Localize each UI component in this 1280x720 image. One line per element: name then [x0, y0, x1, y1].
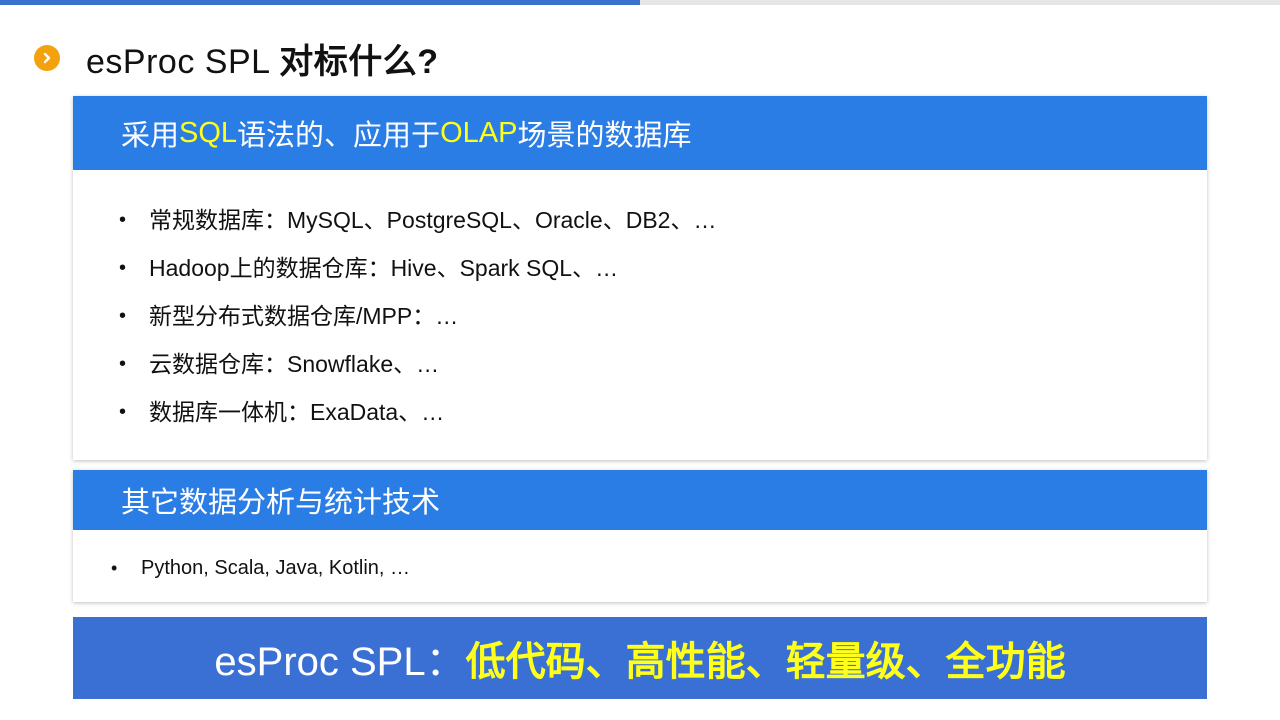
- other-tech-card: 其它数据分析与统计技术 Python, Scala, Java, Kotlin,…: [73, 470, 1207, 602]
- banner-highlight: 低代码、高性能、轻量级、全功能: [465, 640, 1066, 684]
- other-tech-header: 其它数据分析与统计技术: [73, 470, 1207, 530]
- header-text-2: 语法的、应用于: [237, 120, 441, 152]
- olap-databases-card: 采用SQL语法的、应用于OLAP场景的数据库 常规数据库：MySQL、Postg…: [73, 96, 1207, 460]
- summary-banner: esProc SPL：低代码、高性能、轻量级、全功能: [73, 617, 1207, 699]
- olap-databases-header: 采用 SQL 语法的、应用于 OLAP 场景的数据库: [73, 96, 1207, 170]
- banner-lead: esProc SPL：: [214, 640, 466, 684]
- header-text-1: 采用: [121, 120, 180, 152]
- list-item: 常规数据库：MySQL、PostgreSQL、Oracle、DB2、…: [119, 196, 1207, 244]
- title-row: esProc SPL 对标什么?: [34, 34, 439, 83]
- chevron-right-icon: [34, 45, 60, 71]
- list-item: 云数据仓库：Snowflake、…: [119, 340, 1207, 388]
- list-item: Python, Scala, Java, Kotlin, …: [111, 548, 1207, 588]
- list-item: 新型分布式数据仓库/MPP：…: [119, 292, 1207, 340]
- database-list: 常规数据库：MySQL、PostgreSQL、Oracle、DB2、… Hado…: [73, 170, 1207, 436]
- list-item: Hadoop上的数据仓库：Hive、Spark SQL、…: [119, 244, 1207, 292]
- top-accent-bar: [0, 0, 640, 5]
- top-gray-bar: [640, 0, 1280, 5]
- header-highlight-sql: SQL: [179, 116, 238, 149]
- list-item: 数据库一体机：ExaData、…: [119, 388, 1207, 436]
- page-title-product: esProc SPL: [86, 42, 280, 81]
- page-title-question: 对标什么?: [279, 42, 439, 81]
- page-title: esProc SPL 对标什么?: [86, 34, 439, 83]
- language-list: Python, Scala, Java, Kotlin, …: [73, 530, 1207, 588]
- header-text-3: 场景的数据库: [517, 120, 692, 152]
- header-highlight-olap: OLAP: [440, 116, 518, 149]
- banner-text: esProc SPL：低代码、高性能、轻量级、全功能: [214, 629, 1065, 687]
